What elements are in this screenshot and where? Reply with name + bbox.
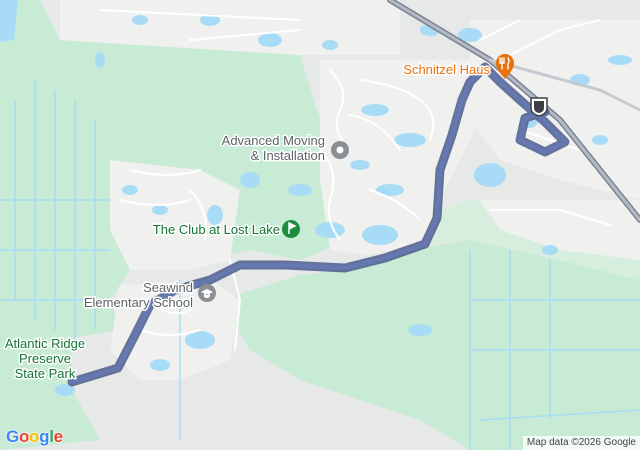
poi-label: Seawind	[143, 280, 193, 295]
park-label: Atlantic Ridge	[5, 336, 85, 351]
poi-label: Elementary School	[84, 295, 193, 310]
map-view[interactable]: Schnitzel Haus Advanced Moving & Install…	[0, 0, 640, 450]
poi-club-lost-lake[interactable]: The Club at Lost Lake	[151, 220, 300, 239]
poi-label: Advanced Moving	[222, 133, 325, 148]
poi-label: Schnitzel Haus	[403, 62, 490, 77]
us-highway-shield-icon	[530, 97, 548, 117]
map-attribution: Map data ©2026 Google	[522, 436, 640, 450]
google-logo[interactable]: Google	[6, 427, 63, 447]
map-pin-icon	[331, 141, 349, 159]
graduation-cap-icon	[198, 284, 216, 302]
park-label: State Park	[15, 366, 76, 381]
golf-icon	[282, 220, 300, 238]
poi-label: & Installation	[251, 148, 325, 163]
park-label: Preserve	[19, 351, 71, 366]
map-canvas[interactable]: Schnitzel Haus Advanced Moving & Install…	[0, 0, 640, 450]
poi-label: The Club at Lost Lake	[153, 222, 280, 237]
